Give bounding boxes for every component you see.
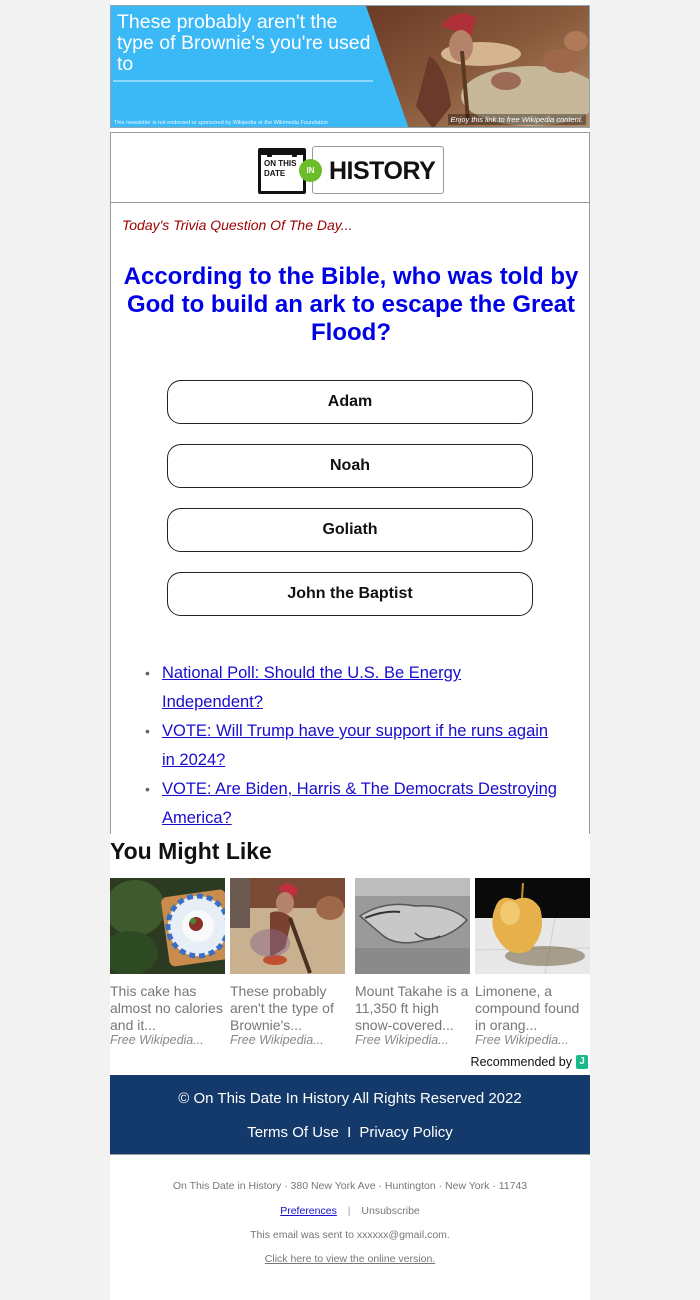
poll-link-trump-2024[interactable]: VOTE: Will Trump have your support if he… bbox=[162, 722, 548, 769]
history-box: HISTORY bbox=[312, 146, 444, 194]
trivia-question: According to the Bible, who was told by … bbox=[123, 263, 579, 346]
list-item: National Poll: Should the U.S. Be Energy… bbox=[141, 659, 561, 717]
footer-banner: © On This Date In History All Rights Res… bbox=[110, 1075, 590, 1155]
recommender-logo-icon: J bbox=[576, 1055, 588, 1069]
unsubscribe-link[interactable]: Unsubscribe bbox=[361, 1205, 419, 1217]
recommendation-cards: This cake has almost no calories and it.… bbox=[102, 878, 591, 1048]
cake-plate-image bbox=[102, 878, 234, 975]
ad-banner[interactable]: These probably aren't the type of Browni… bbox=[110, 5, 590, 128]
poll-link-biden-harris[interactable]: VOTE: Are Biden, Harris & The Democrats … bbox=[162, 780, 557, 827]
online-version: Click here to view the online version. bbox=[110, 1253, 590, 1265]
mount-takahe-image bbox=[355, 878, 470, 974]
brownie-illustration-image bbox=[230, 878, 345, 974]
recommendation-card[interactable]: This cake has almost no calories and it.… bbox=[102, 878, 234, 1047]
view-online-link[interactable]: Click here to view the online version. bbox=[265, 1253, 435, 1265]
terms-of-use-link[interactable]: Terms Of Use bbox=[247, 1124, 339, 1141]
preference-links: Preferences | Unsubscribe bbox=[110, 1205, 590, 1217]
banner-divider bbox=[113, 80, 373, 82]
trivia-panel: ON THIS DATE IN HISTORY Today's Trivia Q… bbox=[110, 132, 590, 834]
answer-button-noah[interactable]: Noah bbox=[167, 444, 533, 488]
card-source: Free Wikipedia... bbox=[230, 1033, 324, 1047]
calendar-ring-icon bbox=[267, 149, 272, 157]
list-item: VOTE: Are Biden, Harris & The Democrats … bbox=[141, 775, 561, 833]
header-logo-row: ON THIS DATE IN HISTORY bbox=[111, 133, 589, 203]
card-title: These probably aren't the type of Browni… bbox=[230, 983, 334, 1033]
card-source: Free Wikipedia... bbox=[475, 1033, 569, 1047]
mailing-address: On This Date in History · 380 New York A… bbox=[172, 1180, 528, 1192]
policy-links: Terms Of Use I Privacy Policy bbox=[110, 1124, 590, 1141]
preferences-link[interactable]: Preferences bbox=[280, 1205, 337, 1217]
answer-button-adam[interactable]: Adam bbox=[167, 380, 533, 424]
banner-disclaimer: This newsletter is not endorsed or spons… bbox=[114, 120, 328, 126]
history-wordmark: HISTORY bbox=[329, 157, 436, 185]
limonene-fruit-image bbox=[474, 878, 591, 975]
banner-headline: These probably aren't the type of Browni… bbox=[117, 11, 371, 75]
recommended-by[interactable]: Recommended by J bbox=[471, 1055, 588, 1069]
recommended-by-label: Recommended by bbox=[470, 1055, 572, 1069]
card-source: Free Wikipedia... bbox=[355, 1033, 449, 1047]
answer-button-john-the-baptist[interactable]: John the Baptist bbox=[167, 572, 533, 616]
you-might-like-heading: You Might Like bbox=[110, 838, 272, 864]
copyright-text: © On This Date In History All Rights Res… bbox=[178, 1090, 522, 1107]
calendar-ring-icon bbox=[292, 149, 297, 157]
card-title: Limonene, a compound found in orang... bbox=[475, 983, 580, 1033]
on-this-date-in-history-logo[interactable]: ON THIS DATE IN HISTORY bbox=[258, 143, 445, 194]
in-badge: IN bbox=[299, 159, 322, 182]
privacy-policy-link[interactable]: Privacy Policy bbox=[359, 1124, 452, 1141]
link-separator: | bbox=[347, 1205, 351, 1217]
list-item: VOTE: Will Trump have your support if he… bbox=[141, 717, 561, 775]
trivia-label: Today's Trivia Question Of The Day... bbox=[122, 217, 353, 233]
card-title: This cake has almost no calories and it.… bbox=[110, 983, 223, 1033]
email-container: These probably aren't the type of Browni… bbox=[102, 0, 591, 1300]
policy-divider: I bbox=[347, 1124, 352, 1141]
answer-list: Adam Noah Goliath John the Baptist bbox=[167, 380, 533, 636]
recommendation-card[interactable]: Mount Takahe is a 11,350 ft high snow-co… bbox=[355, 878, 470, 1047]
poll-link-energy[interactable]: National Poll: Should the U.S. Be Energy… bbox=[162, 664, 461, 711]
banner-caption: Enjoy this link to free Wikipedia conten… bbox=[447, 114, 586, 125]
answer-button-goliath[interactable]: Goliath bbox=[167, 508, 533, 552]
card-source: Free Wikipedia... bbox=[110, 1033, 204, 1047]
poll-links-list: National Poll: Should the U.S. Be Energy… bbox=[141, 659, 561, 833]
recommendation-card[interactable]: Limonene, a compound found in orang... F… bbox=[474, 878, 591, 1047]
card-title: Mount Takahe is a 11,350 ft high snow-co… bbox=[355, 983, 469, 1033]
calendar-text: ON THIS DATE bbox=[264, 159, 297, 178]
sent-to-notice: This email was sent to xxxxxx@gmail.com. bbox=[250, 1229, 450, 1241]
recommendation-card[interactable]: These probably aren't the type of Browni… bbox=[230, 878, 345, 1047]
